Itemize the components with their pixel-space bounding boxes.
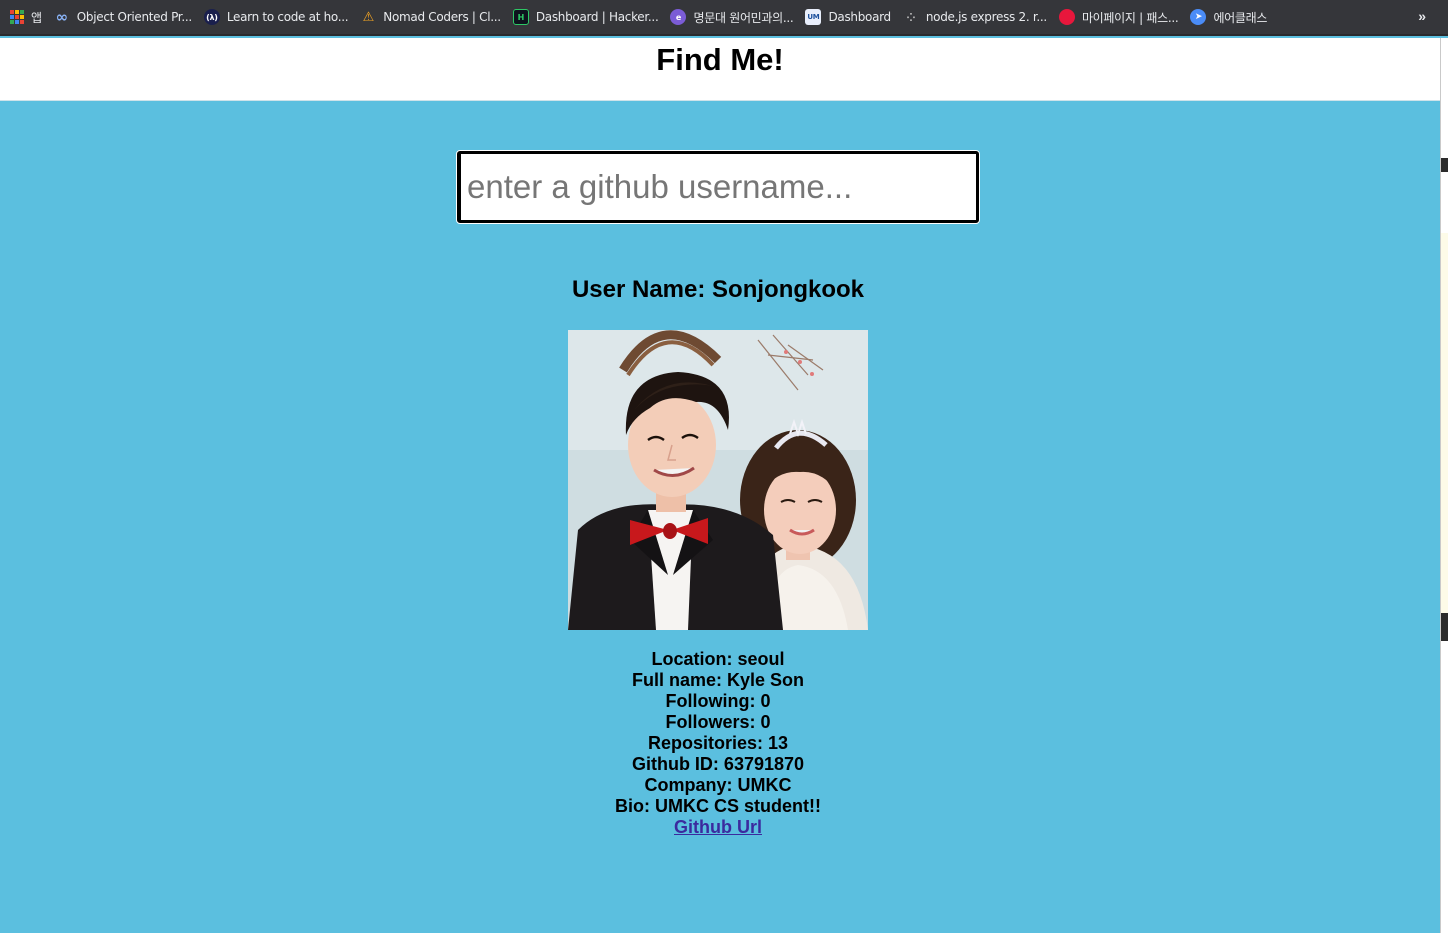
profile-full-name: Full name: Kyle Son (631, 670, 805, 690)
bookmark-label: 마이페이지 | 패스... (1081, 10, 1179, 25)
lambda-icon: (λ) (203, 9, 220, 25)
bookmark-label: node.js express 2. r... (925, 10, 1047, 24)
apps-grid-icon (10, 10, 24, 24)
profile-avatar (568, 330, 868, 630)
bookmark-object-oriented[interactable]: ∞ Object Oriented Pr... (52, 3, 202, 31)
profile-github-id: Github ID: 63791870 (631, 754, 805, 774)
profile-details: Location: seoul Full name: Kyle Son Foll… (0, 649, 1436, 838)
bookmark-learn-to-code[interactable]: (λ) Learn to code at ho... (202, 3, 358, 31)
purple-chat-icon: e (670, 9, 687, 25)
profile-following: Following: 0 (665, 691, 771, 711)
bookmark-hackerrank[interactable]: H Dashboard | Hacker... (511, 3, 669, 31)
bookmark-nodejs-express[interactable]: ⁘ node.js express 2. r... (901, 3, 1057, 31)
nomad-icon: ⚠ (362, 9, 375, 25)
bookmark-label: 에어클래스 (1213, 10, 1268, 25)
devtools-edge-strip (1440, 38, 1448, 933)
bookmark-dashboard[interactable]: UM Dashboard (803, 3, 900, 31)
search-box (457, 151, 979, 223)
profile-repositories: Repositories: 13 (647, 733, 789, 753)
avatar-image (568, 330, 868, 630)
profile-bio: Bio: UMKC CS student!! (615, 796, 821, 816)
bookmark-label: Nomad Coders | Cl... (383, 10, 501, 24)
infinity-icon: ∞ (55, 8, 69, 26)
red-circle-icon (1058, 9, 1075, 25)
blue-arrow-icon: ➤ (1190, 9, 1207, 25)
bookmark-airclass[interactable]: ➤ 에어클래스 (1188, 3, 1277, 31)
github-url-link[interactable]: Github Url (674, 817, 762, 837)
bookmark-mypage[interactable]: 마이페이지 | 패스... (1057, 3, 1189, 31)
bookmark-label: 명문대 원어민과의... (693, 10, 794, 25)
bookmark-label: 앱 (31, 10, 42, 25)
bookmark-label: Dashboard (828, 10, 891, 24)
profile-location: Location: seoul (651, 649, 785, 669)
page-header: Find Me! (0, 38, 1440, 101)
more-bookmarks-button[interactable]: » (1418, 8, 1426, 24)
bookmark-label: Dashboard | Hacker... (535, 10, 659, 24)
bookmark-label: Learn to code at ho... (226, 10, 349, 24)
username-search-input[interactable] (460, 154, 976, 220)
hackerrank-icon: H (512, 9, 529, 25)
page-title: Find Me! (656, 42, 784, 77)
page: Find Me! User Name: Sonjongkook (0, 38, 1440, 933)
bookmarks-bar: 앱 ∞ Object Oriented Pr... (λ) Learn to c… (0, 0, 1448, 36)
profile-followers: Followers: 0 (665, 712, 771, 732)
bookmark-nomad-coders[interactable]: ⚠ Nomad Coders | Cl... (358, 3, 511, 31)
dots-icon: ⁘ (906, 10, 916, 24)
bookmark-apps[interactable]: 앱 (8, 3, 52, 31)
bookmark-korean-site[interactable]: e 명문대 원어민과의... (668, 3, 803, 31)
profile-username: User Name: Sonjongkook (571, 276, 865, 303)
profile-company: Company: UMKC (644, 775, 792, 795)
umkc-icon: UM (805, 9, 822, 25)
bookmark-label: Object Oriented Pr... (76, 10, 192, 24)
